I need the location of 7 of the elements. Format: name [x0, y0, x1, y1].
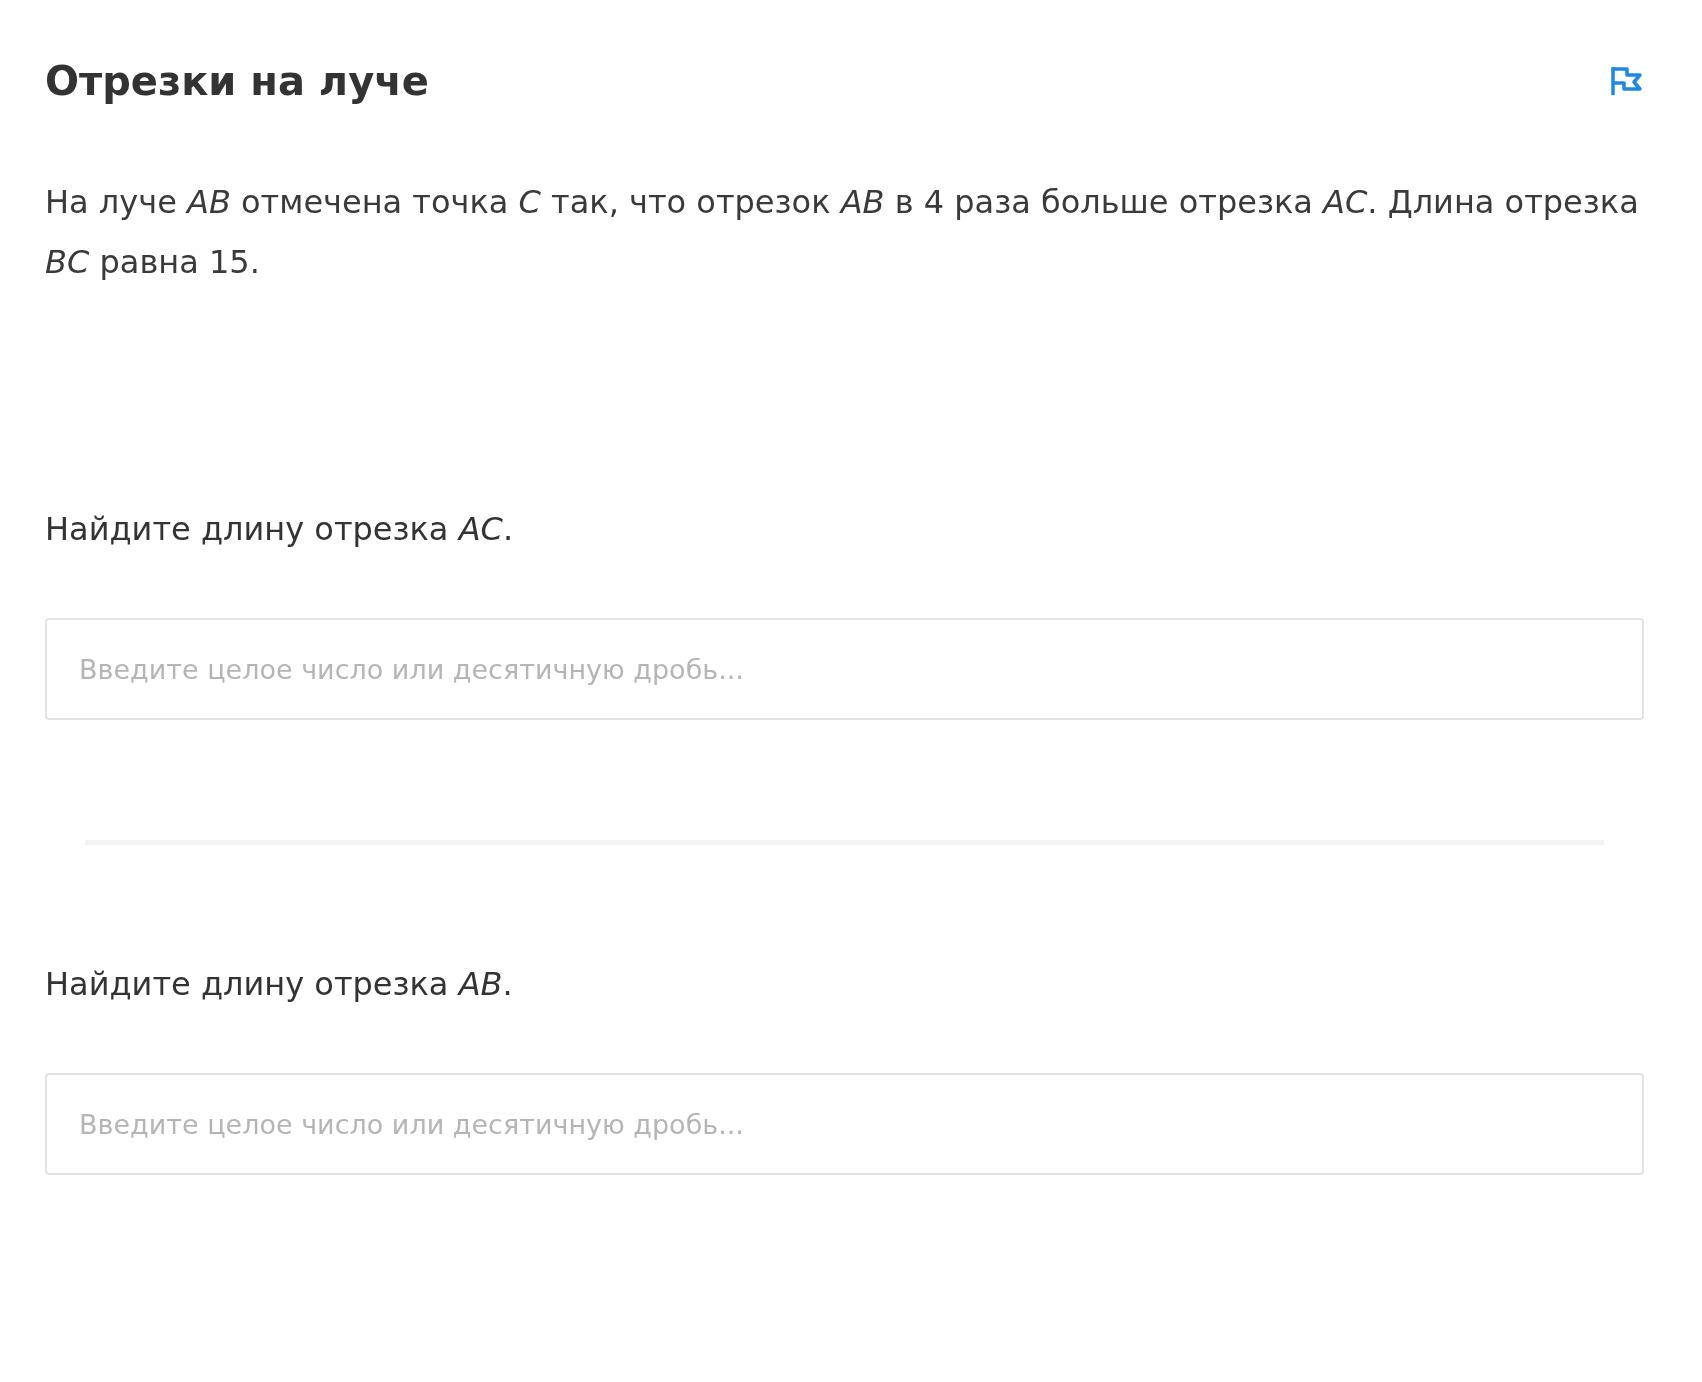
flag-icon[interactable]: [1610, 65, 1644, 97]
task-title: Отрезки на луче: [45, 58, 429, 104]
answer-field[interactable]: Введите целое число или десятичную дробь...: [45, 1073, 1644, 1175]
answer-field[interactable]: Введите целое число или десятичную дробь...: [45, 618, 1644, 720]
question-text: Найдите длину отрезка AC.: [45, 510, 515, 548]
problem-text: На луче AB отмечена точка C так, что отрезок AB в 4 раза больше отрезка AC. Длина отрезка BC равна 15.: [45, 182, 1640, 283]
question-text: Найдите длину отрезка AB.: [45, 965, 514, 1003]
